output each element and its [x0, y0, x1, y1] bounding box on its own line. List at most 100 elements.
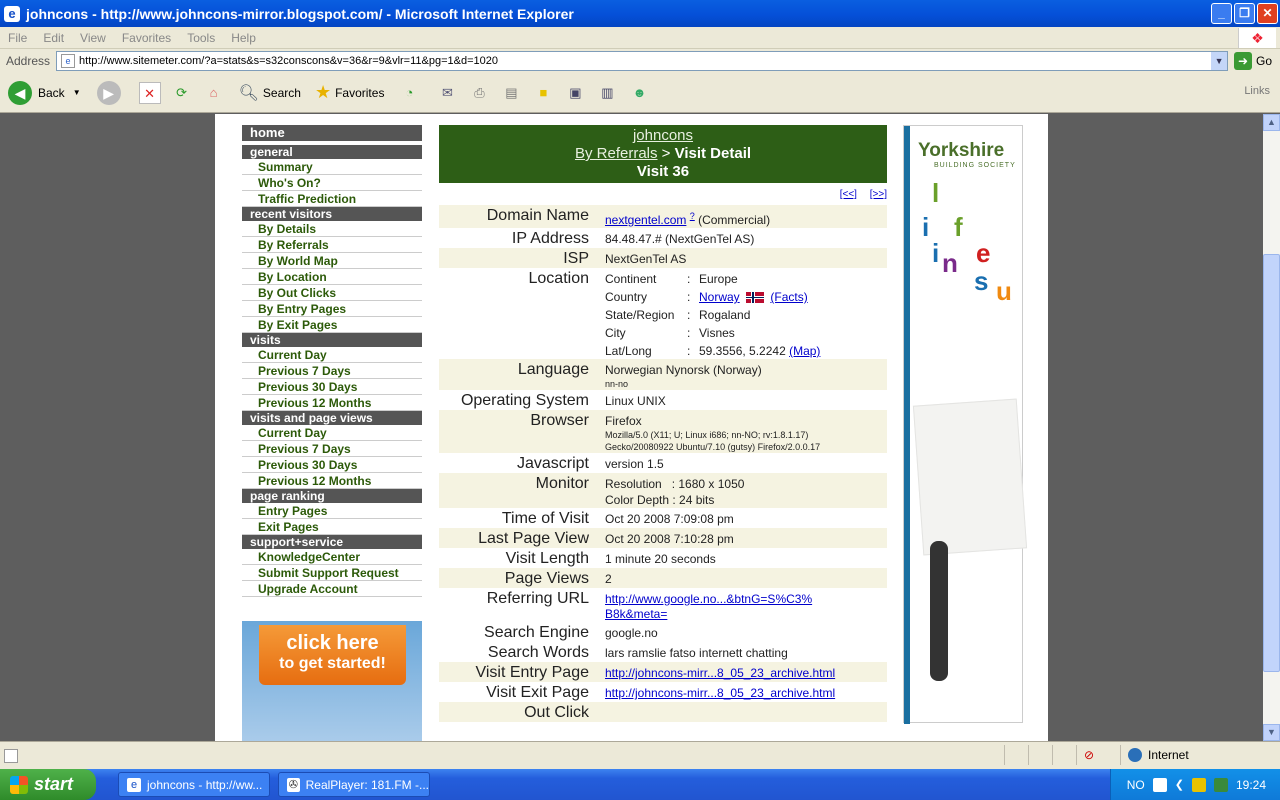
refresh-icon[interactable]: ⟳ [171, 82, 193, 104]
nav-home[interactable]: home [242, 125, 422, 141]
start-button[interactable]: start [0, 769, 96, 800]
people-icon[interactable]: ☻ [628, 82, 650, 104]
vertical-scrollbar[interactable]: ▲ ▼ [1263, 114, 1280, 741]
js-value: version 1.5 [605, 457, 664, 471]
back-button[interactable]: ◀ Back ▼ [8, 80, 81, 105]
map-link[interactable]: (Map) [789, 344, 820, 358]
latlong-value: 59.3556, 5.2242 [699, 344, 786, 358]
status-divider [1120, 745, 1121, 765]
colon: : [687, 290, 691, 304]
domain-type: (Commercial) [698, 213, 771, 227]
menu-help[interactable]: Help [223, 31, 264, 45]
scroll-up-icon[interactable]: ▲ [1263, 114, 1280, 131]
help-tray-icon[interactable] [1152, 777, 1167, 792]
nav-traffic-prediction[interactable]: Traffic Prediction [242, 191, 422, 207]
yorkshire-ad[interactable]: Yorkshire BUILDING SOCIETY l i f e i n s… [903, 125, 1028, 724]
search-button[interactable]: 🔍︎ Search [239, 83, 301, 103]
home-icon[interactable]: ⌂ [203, 82, 225, 104]
nav-pv-current-day[interactable]: Current Day [242, 425, 422, 441]
scroll-down-icon[interactable]: ▼ [1263, 724, 1280, 741]
menu-file[interactable]: File [0, 31, 35, 45]
minimize-button[interactable]: _ [1211, 3, 1232, 24]
forward-button[interactable]: ▶ [89, 80, 121, 105]
nav-pv-12-months[interactable]: Previous 12 Months [242, 473, 422, 489]
colon: : [687, 308, 691, 322]
ref-label: Referring URL [486, 590, 589, 607]
popup-blocker-icon[interactable]: ⊘ [1084, 748, 1094, 762]
research-icon[interactable]: ▥ [596, 82, 618, 104]
banner-cta[interactable]: click here to get started! [259, 625, 406, 685]
referring-url-link[interactable]: http://www.google.no...&btnG=S%C3% B8k&me… [605, 592, 812, 621]
sw-value: lars ramslie fatso internett chatting [605, 646, 788, 660]
language-indicator[interactable]: NO [1127, 778, 1145, 792]
favorites-button[interactable]: ★ Favorites [315, 82, 385, 103]
nav-pv-7-days[interactable]: Previous 7 Days [242, 441, 422, 457]
start-label: start [34, 774, 74, 794]
edit-icon[interactable]: ▤ [500, 82, 522, 104]
browser-viewport: home general Summary Who's On? Traffic P… [0, 114, 1263, 741]
entry-page-link[interactable]: http://johncons-mirr...8_05_23_archive.h… [605, 666, 835, 680]
nav-entry-pages[interactable]: Entry Pages [242, 503, 422, 519]
get-started-banner[interactable]: click here to get started! [242, 621, 422, 741]
domain-help-link[interactable]: ? [690, 211, 695, 221]
stop-icon[interactable]: ✕ [138, 81, 161, 104]
nav-by-out-clicks[interactable]: By Out Clicks [242, 285, 422, 301]
nav-whos-on[interactable]: Who's On? [242, 175, 422, 191]
country-link[interactable]: Norway [699, 290, 740, 304]
network-tray-icon[interactable] [1191, 777, 1206, 792]
nav-visits-30-days[interactable]: Previous 30 Days [242, 379, 422, 395]
exit-page-link[interactable]: http://johncons-mirr...8_05_23_archive.h… [605, 686, 835, 700]
menu-tools[interactable]: Tools [179, 31, 223, 45]
nav-by-entry-pages[interactable]: By Entry Pages [242, 301, 422, 317]
nav-visits-12-months[interactable]: Previous 12 Months [242, 395, 422, 411]
back-dropdown-icon[interactable]: ▼ [73, 88, 81, 97]
nav-section-visits-page-views: visits and page views [242, 411, 422, 425]
nav-exit-pages[interactable]: Exit Pages [242, 519, 422, 535]
links-label[interactable]: Links [1244, 85, 1270, 97]
nav-summary[interactable]: Summary [242, 159, 422, 175]
task-realplayer[interactable]: ✇ RealPlayer: 181.FM -... [278, 772, 430, 797]
nav-by-referrals[interactable]: By Referrals [242, 237, 422, 253]
scroll-thumb[interactable] [1263, 254, 1280, 672]
nav-by-location[interactable]: By Location [242, 269, 422, 285]
breadcrumb-by-referrals[interactable]: By Referrals [575, 145, 658, 162]
lpv-label: Last Page View [439, 528, 597, 548]
state-value: Rogaland [699, 308, 751, 322]
next-visit-link[interactable]: [>>] [870, 189, 887, 200]
prev-visit-link[interactable]: [<<] [840, 189, 857, 200]
close-button[interactable]: ✕ [1257, 3, 1278, 24]
status-bar: ⊘ Internet [0, 741, 1280, 769]
tray-expand-icon[interactable]: ❮ [1175, 778, 1184, 791]
site-link[interactable]: johncons [439, 127, 887, 145]
nav-knowledge-center[interactable]: KnowledgeCenter [242, 549, 422, 565]
nav-visits-7-days[interactable]: Previous 7 Days [242, 363, 422, 379]
exit-label: Visit Exit Page [486, 684, 589, 701]
menu-favorites[interactable]: Favorites [114, 31, 179, 45]
nav-pv-30-days[interactable]: Previous 30 Days [242, 457, 422, 473]
ad-letter: i [932, 238, 940, 268]
history-icon[interactable]: ◔ [398, 82, 420, 104]
nav-visits-current-day[interactable]: Current Day [242, 347, 422, 363]
nav-by-details[interactable]: By Details [242, 221, 422, 237]
star-icon: ★ [314, 82, 332, 102]
facts-link[interactable]: (Facts) [770, 290, 807, 304]
tray-app-icon[interactable] [1213, 777, 1228, 792]
vl-label: Visit Length [505, 550, 589, 567]
menu-view[interactable]: View [72, 31, 114, 45]
go-button[interactable]: ➜ Go [1234, 52, 1272, 70]
nav-by-world-map[interactable]: By World Map [242, 253, 422, 269]
address-input[interactable]: e http://www.sitemeter.com/?a=stats&s=s3… [56, 51, 1229, 71]
maximize-button[interactable]: ❐ [1234, 3, 1255, 24]
domain-link[interactable]: nextgentel.com [605, 213, 686, 227]
messenger-icon[interactable]: ▣ [564, 82, 586, 104]
nav-upgrade-account[interactable]: Upgrade Account [242, 581, 422, 597]
menu-edit[interactable]: Edit [35, 31, 72, 45]
print-icon[interactable]: ⎙ [468, 82, 490, 104]
nav-submit-support[interactable]: Submit Support Request [242, 565, 422, 581]
address-dropdown-icon[interactable]: ▼ [1211, 52, 1228, 70]
nav-by-exit-pages[interactable]: By Exit Pages [242, 317, 422, 333]
mail-icon[interactable]: ✉ [436, 82, 458, 104]
task-ie-johncons[interactable]: e johncons - http://ww... [118, 772, 270, 797]
note-icon[interactable]: ■ [532, 82, 554, 104]
ad-phone-image [930, 541, 948, 681]
